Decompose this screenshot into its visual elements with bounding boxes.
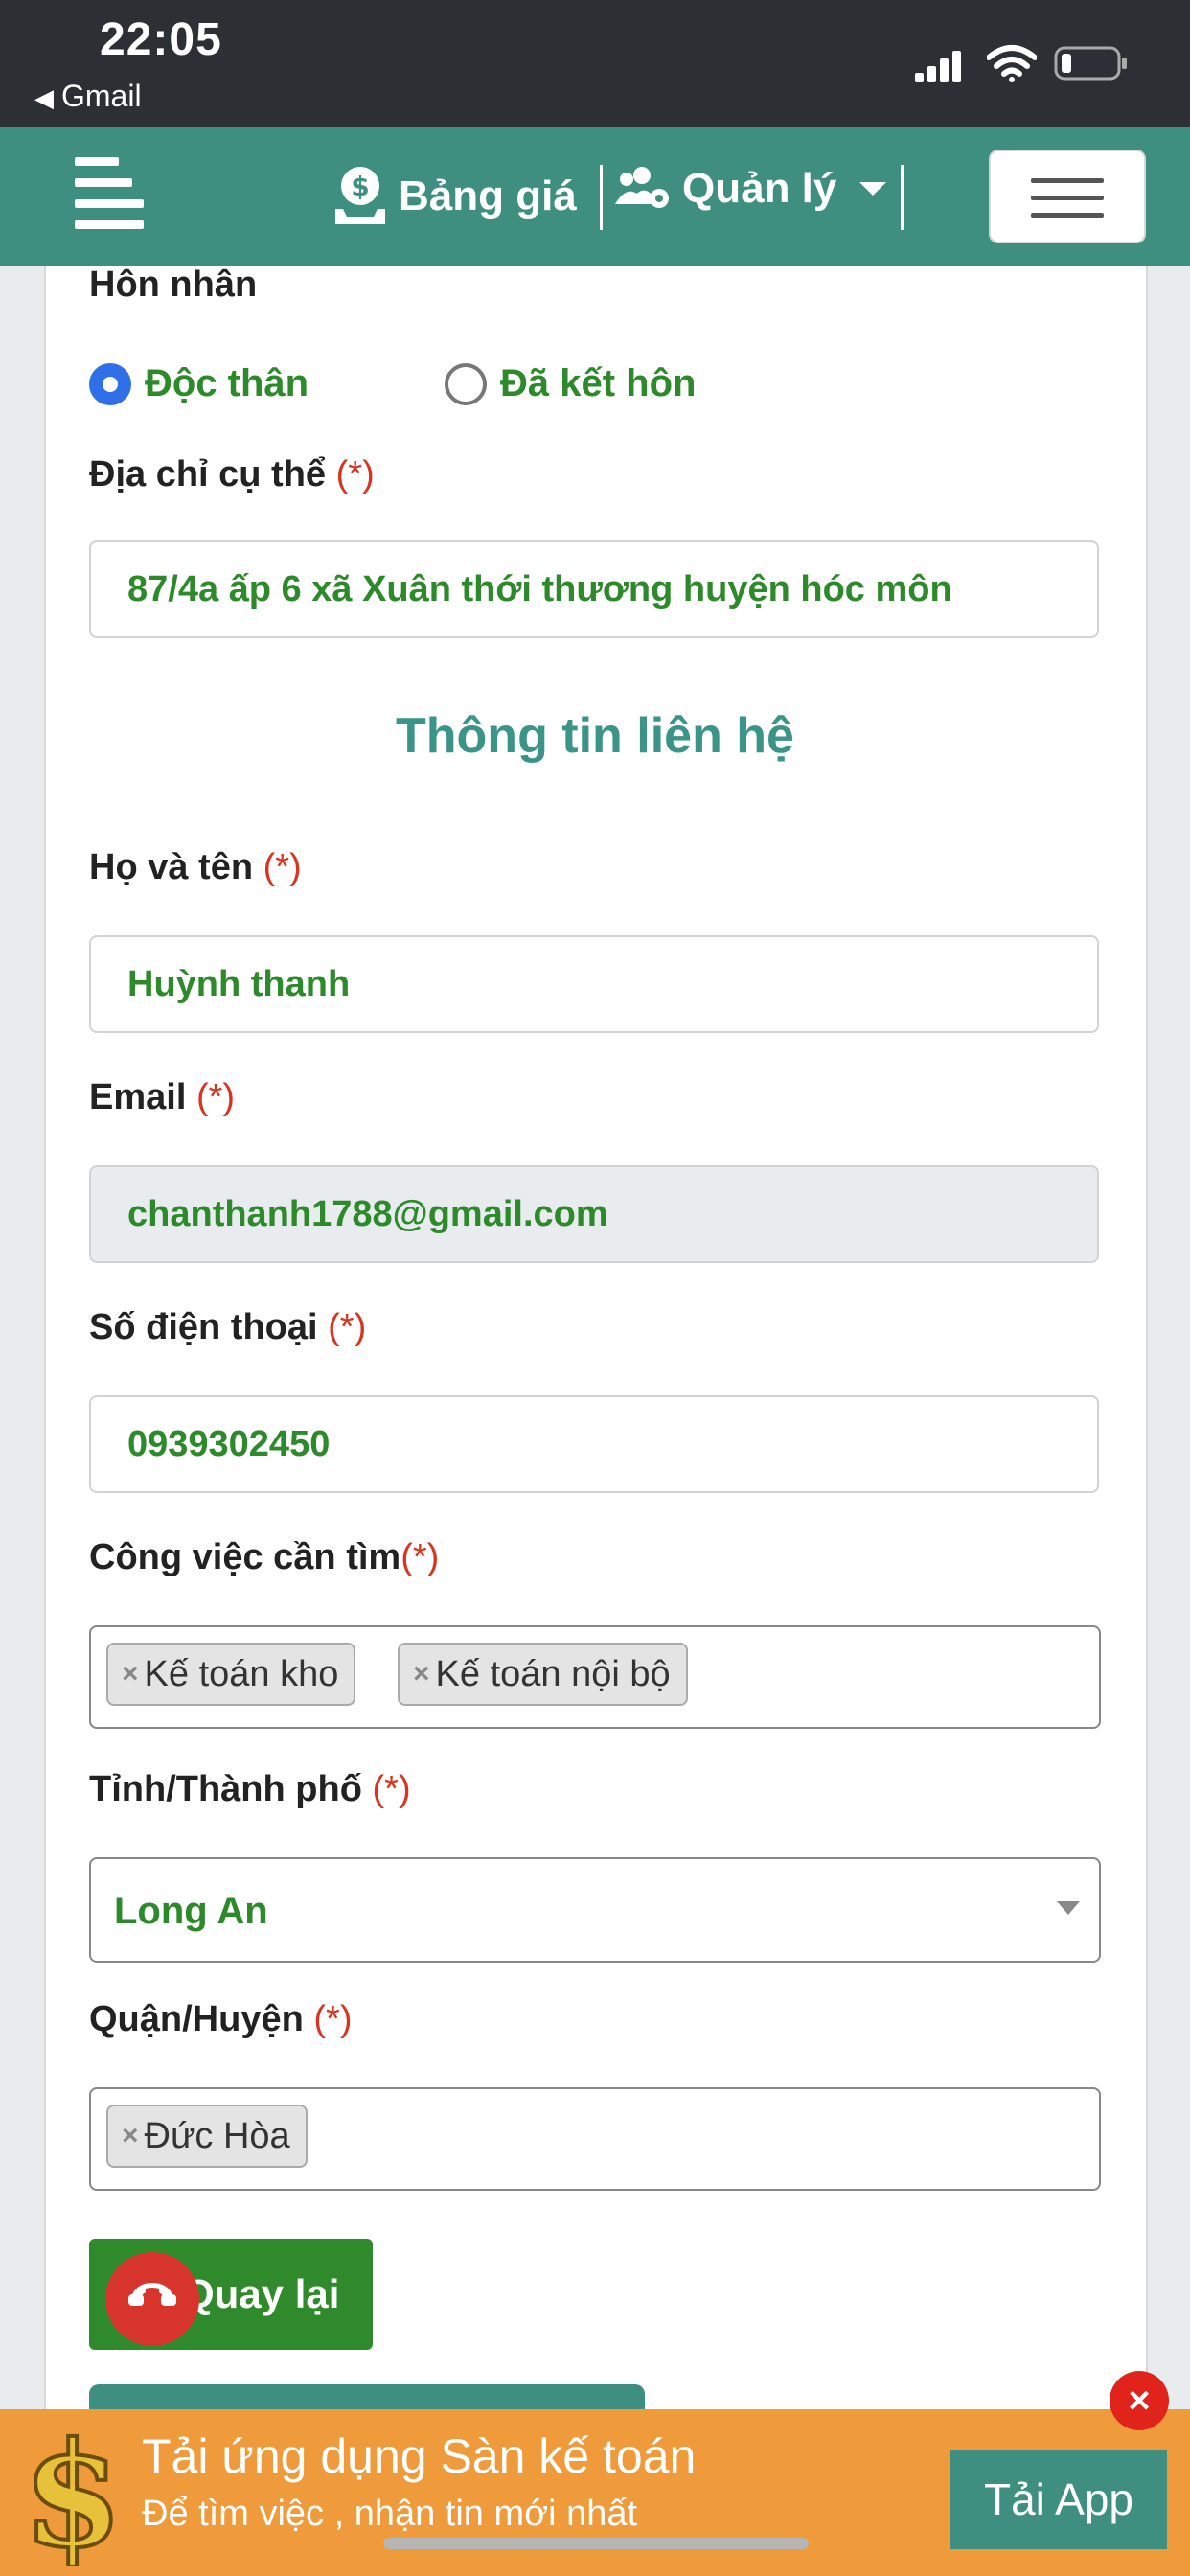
top-navbar: $ Bảng giá Quản lý (0, 126, 1190, 266)
jobs-label: Công việc cần tìm(*) (89, 1537, 439, 1578)
province-select[interactable]: Long An (89, 1857, 1101, 1963)
radio-married[interactable]: Đã kết hôn (445, 362, 696, 405)
phone-label-text: Số điện thoại (89, 1307, 318, 1347)
nav-manage-dropdown[interactable]: Quản lý (615, 165, 887, 213)
email-input[interactable]: chanthanh1788@gmail.com (89, 1165, 1099, 1263)
radio-married-label: Đã kết hôn (500, 362, 697, 404)
email-label-text: Email (89, 1077, 187, 1117)
home-indicator[interactable] (383, 2538, 809, 2549)
svg-text:$: $ (25, 2423, 121, 2566)
email-label: Email (*) (89, 1077, 235, 1118)
status-bar: 22:05 ◀ Gmail (0, 0, 1190, 126)
address-input[interactable]: 87/4a ấp 6 xã Xuân thới thương huyện hóc… (89, 540, 1099, 638)
money-bag-icon: $ (335, 167, 385, 224)
banner-title: Tải ứng dụng Sàn kế toán (142, 2429, 697, 2483)
status-time: 22:05 (100, 14, 222, 65)
phone-input[interactable]: 0939302450 (89, 1395, 1099, 1493)
district-tag[interactable]: × Đức Hòa (106, 2104, 308, 2168)
nav-price-link[interactable]: $ Bảng giá (332, 165, 577, 228)
radio-single[interactable]: Độc thân (89, 362, 309, 405)
district-label-text: Quận/Huyện (89, 1999, 304, 2039)
fullname-input[interactable]: Huỳnh thanh (89, 935, 1099, 1033)
jobs-label-text: Công việc cần tìm (89, 1537, 401, 1577)
battery-icon (1054, 46, 1127, 80)
svg-text:$: $ (351, 171, 369, 202)
jobs-multiselect[interactable]: × Kế toán kho × Kế toán nội bộ (89, 1625, 1101, 1729)
back-arrow-icon: ◀ (34, 83, 54, 112)
back-to-app[interactable]: ◀ Gmail (34, 79, 142, 114)
hamburger-icon[interactable] (75, 157, 144, 234)
required-mark: (*) (400, 1537, 440, 1577)
banner-subtitle: Để tìm việc , nhận tin mới nhất (142, 2494, 638, 2534)
close-icon[interactable]: × (1110, 2371, 1169, 2430)
nav-divider (901, 165, 904, 230)
required-mark: (*) (195, 1077, 236, 1117)
required-mark: (*) (263, 847, 302, 887)
signal-icon (915, 51, 961, 82)
back-app-label: Gmail (61, 79, 142, 113)
required-mark: (*) (335, 454, 375, 494)
call-button[interactable] (105, 2252, 199, 2346)
required-mark: (*) (313, 1999, 353, 2039)
address-value: 87/4a ấp 6 xã Xuân thới thương huyện hóc… (127, 569, 952, 610)
marital-label: Hôn nhân (89, 264, 258, 305)
remove-tag-icon[interactable]: × (413, 1658, 430, 1690)
district-tag-label: Đức Hòa (144, 2115, 290, 2156)
province-label: Tỉnh/Thành phố (*) (89, 1769, 411, 1810)
dropdown-arrow-icon (1057, 1901, 1080, 1915)
province-label-text: Tỉnh/Thành phố (89, 1769, 362, 1809)
navbar-toggle-button[interactable] (989, 150, 1146, 243)
contact-section-title: Thông tin liên hệ (396, 708, 794, 764)
required-mark: (*) (372, 1769, 411, 1809)
fullname-label-text: Họ và tên (89, 847, 254, 887)
job-tag-label: Kế toán kho (144, 1653, 339, 1694)
phone-value: 0939302450 (127, 1424, 331, 1464)
radio-unselected-icon (445, 362, 487, 405)
dollar-icon: $ (25, 2423, 121, 2566)
nav-manage-label: Quản lý (682, 165, 837, 212)
district-label: Quận/Huyện (*) (89, 1999, 352, 2040)
users-cog-icon (615, 167, 669, 208)
phone-icon (128, 2283, 176, 2306)
phone-label: Số điện thoại (*) (89, 1307, 366, 1348)
radio-single-label: Độc thân (145, 362, 309, 404)
province-value: Long An (114, 1890, 268, 1932)
nav-price-label: Bảng giá (399, 172, 577, 219)
wifi-icon (987, 45, 1037, 82)
app-download-banner[interactable]: $ Tải ứng dụng Sàn kế toán Để tìm việc ,… (0, 2409, 1190, 2576)
remove-tag-icon[interactable]: × (122, 2120, 139, 2152)
fullname-label: Họ và tên (*) (89, 847, 302, 888)
download-app-button[interactable]: Tải App (950, 2450, 1167, 2549)
nav-divider (600, 165, 603, 230)
job-tag[interactable]: × Kế toán nội bộ (398, 1643, 688, 1706)
job-tag[interactable]: × Kế toán kho (106, 1643, 356, 1706)
address-label-text: Địa chỉ cụ thể (89, 454, 327, 494)
district-multiselect[interactable]: × Đức Hòa (89, 2087, 1101, 2191)
caret-down-icon (859, 182, 887, 196)
email-value: chanthanh1788@gmail.com (127, 1194, 608, 1234)
back-button-label: Quay lại (183, 2271, 340, 2316)
remove-tag-icon[interactable]: × (122, 1658, 139, 1690)
address-label: Địa chỉ cụ thể (*) (89, 454, 375, 495)
job-tag-label: Kế toán nội bộ (435, 1653, 671, 1694)
radio-selected-icon (89, 362, 131, 405)
required-mark: (*) (328, 1307, 367, 1347)
fullname-value: Huỳnh thanh (127, 964, 351, 1004)
